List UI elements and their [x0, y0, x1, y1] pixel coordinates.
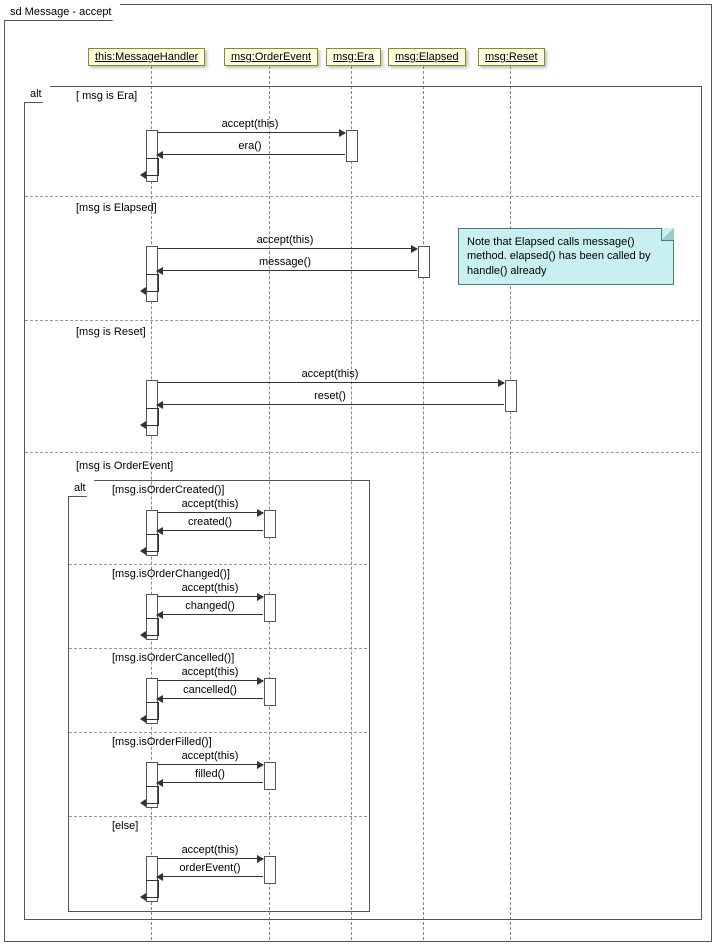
message-label: created(): [157, 516, 263, 528]
message-arrow: [157, 698, 263, 699]
message-arrow: [157, 782, 263, 783]
activation: [346, 130, 358, 162]
activation: [264, 510, 276, 538]
message-arrow: [157, 764, 263, 765]
sd-frame-label: sd Message - accept: [4, 4, 121, 21]
alt-guard: [msg is Reset]: [76, 326, 146, 338]
alt-separator: [25, 196, 699, 197]
alt-frame-label: alt: [24, 86, 51, 103]
message-label: filled(): [157, 768, 263, 780]
message-arrow: [157, 132, 345, 133]
message-arrow: [157, 154, 345, 155]
note: Note that Elapsed calls message() method…: [458, 228, 674, 285]
activation: [264, 762, 276, 790]
message-label: cancelled(): [157, 684, 263, 696]
activation: [505, 380, 517, 412]
message-label: accept(this): [157, 844, 263, 856]
message-label: message(): [160, 256, 410, 268]
message-arrow: [157, 248, 417, 249]
message-label: reset(): [160, 390, 500, 402]
message-arrow: [157, 512, 263, 513]
message-arrow: [157, 270, 417, 271]
inner-alt-guard: [msg.isOrderCancelled()]: [112, 652, 234, 664]
message-label: era(): [160, 140, 340, 152]
message-label: accept(this): [157, 666, 263, 678]
message-arrow: [157, 858, 263, 859]
inner-alt-guard: [msg.isOrderFilled()]: [112, 736, 212, 748]
inner-alt-separator: [69, 564, 367, 565]
activation: [418, 246, 430, 278]
activation: [264, 594, 276, 622]
message-label: accept(this): [160, 234, 410, 246]
message-label: accept(this): [157, 582, 263, 594]
diagram-canvas: sd Message - accept this:MessageHandler …: [0, 0, 717, 946]
inner-alt-guard: [msg.isOrderCreated()]: [112, 484, 224, 496]
message-arrow: [157, 876, 263, 877]
message-label: accept(this): [160, 368, 500, 380]
alt-guard: [msg is Elapsed]: [76, 202, 157, 214]
self-call-icon: [146, 880, 159, 898]
alt-separator: [25, 452, 699, 453]
self-call-icon: [146, 534, 159, 552]
inner-alt-guard: [msg.isOrderChanged()]: [112, 568, 230, 580]
message-label: changed(): [157, 600, 263, 612]
self-call-icon: [146, 618, 159, 636]
inner-alt-separator: [69, 648, 367, 649]
lifeline-head-era: msg:Era: [326, 48, 381, 66]
alt-guard: [ msg is Era]: [76, 90, 137, 102]
message-arrow: [157, 530, 263, 531]
activation: [264, 856, 276, 884]
activation: [264, 678, 276, 706]
message-label: accept(this): [157, 750, 263, 762]
message-arrow: [157, 404, 504, 405]
lifeline-head-orderevent: msg:OrderEvent: [224, 48, 318, 66]
self-call-icon: [146, 702, 159, 720]
lifeline-head-elapsed: msg:Elapsed: [388, 48, 466, 66]
lifeline-head-this: this:MessageHandler: [88, 48, 205, 66]
inner-alt-separator: [69, 816, 367, 817]
message-label: orderEvent(): [157, 862, 263, 874]
alt-separator: [25, 320, 699, 321]
message-arrow: [157, 596, 263, 597]
self-call-icon: [146, 274, 159, 292]
message-arrow: [157, 614, 263, 615]
inner-alt-frame-label: alt: [68, 480, 95, 497]
self-call-icon: [146, 408, 159, 426]
message-arrow: [157, 680, 263, 681]
self-call-icon: [146, 158, 159, 176]
inner-alt-guard: [else]: [112, 820, 138, 832]
message-label: accept(this): [160, 118, 340, 130]
message-arrow: [157, 382, 504, 383]
message-label: accept(this): [157, 498, 263, 510]
lifeline-head-reset: msg:Reset: [478, 48, 545, 66]
inner-alt-separator: [69, 732, 367, 733]
alt-guard: [msg is OrderEvent]: [76, 460, 173, 472]
self-call-icon: [146, 786, 159, 804]
